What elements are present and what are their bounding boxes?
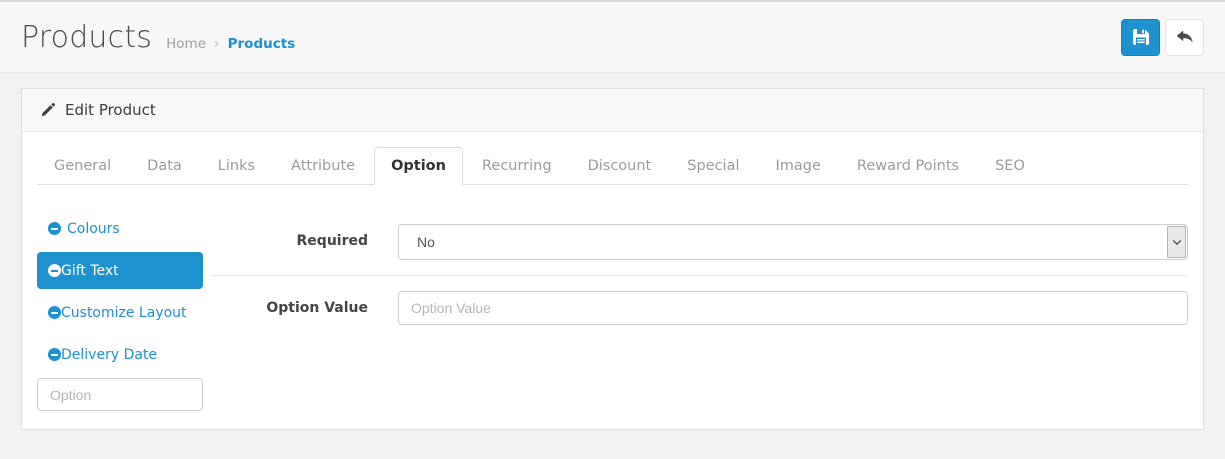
tab-attribute[interactable]: Attribute [274,147,372,185]
product-tabs: General Data Links Attribute Option Recu… [37,147,1188,185]
option-autocomplete [37,378,203,411]
option-item-gift-text[interactable]: Gift Text [37,252,203,289]
reply-arrow-icon [1176,30,1193,45]
main-container: Edit Product General Data Links Attribut… [0,73,1225,445]
required-control: No [398,224,1188,260]
breadcrumb: Home › Products [166,36,295,52]
option-item-customize-layout[interactable]: Customize Layout [37,294,203,331]
page-title: Products [21,19,153,55]
breadcrumb-products-link[interactable]: Products [228,36,296,52]
option-value-row: Option Value [211,291,1188,325]
option-value-control [398,291,1188,325]
tab-data[interactable]: Data [130,147,199,185]
minus-circle-icon[interactable] [48,222,61,235]
minus-circle-icon[interactable] [48,264,61,277]
option-autocomplete-input[interactable] [37,378,203,411]
option-tab-pane: Colours Gift Text Customize Layout Deliv… [37,210,1188,411]
edit-product-panel: Edit Product General Data Links Attribut… [21,88,1204,430]
header-actions [1121,18,1204,56]
option-value-label: Option Value [266,300,368,316]
panel-heading: Edit Product [22,89,1203,132]
minus-circle-icon[interactable] [48,348,61,361]
minus-circle-icon[interactable] [48,306,61,319]
option-value-input[interactable] [398,291,1188,325]
save-button[interactable] [1121,18,1160,56]
tab-recurring[interactable]: Recurring [465,147,569,185]
back-button[interactable] [1165,18,1204,56]
option-item-delivery-date[interactable]: Delivery Date [37,336,203,373]
breadcrumb-home-link[interactable]: Home [166,36,206,52]
option-item-colours[interactable]: Colours [37,210,203,247]
option-nav: Colours Gift Text Customize Layout Deliv… [37,210,203,411]
floppy-disk-icon [1132,29,1149,45]
row-divider [211,275,1188,276]
required-label: Required [296,233,368,249]
tab-seo[interactable]: SEO [978,147,1042,185]
page-header: Products Home › Products [0,0,1225,73]
tab-reward-points[interactable]: Reward Points [840,147,976,185]
tab-option[interactable]: Option [374,147,463,185]
tab-discount[interactable]: Discount [571,147,669,185]
tab-image[interactable]: Image [759,147,838,185]
tab-general[interactable]: General [37,147,128,185]
pencil-icon [41,103,55,117]
tab-special[interactable]: Special [670,147,756,185]
option-form: Required No Option Value Option Value [211,210,1188,325]
breadcrumb-separator: › [214,35,220,52]
tab-links[interactable]: Links [201,147,272,185]
panel-title: Edit Product [65,101,156,119]
required-row: Required No [211,224,1188,260]
required-select[interactable]: No [398,224,1188,260]
panel-body: General Data Links Attribute Option Recu… [22,132,1203,429]
